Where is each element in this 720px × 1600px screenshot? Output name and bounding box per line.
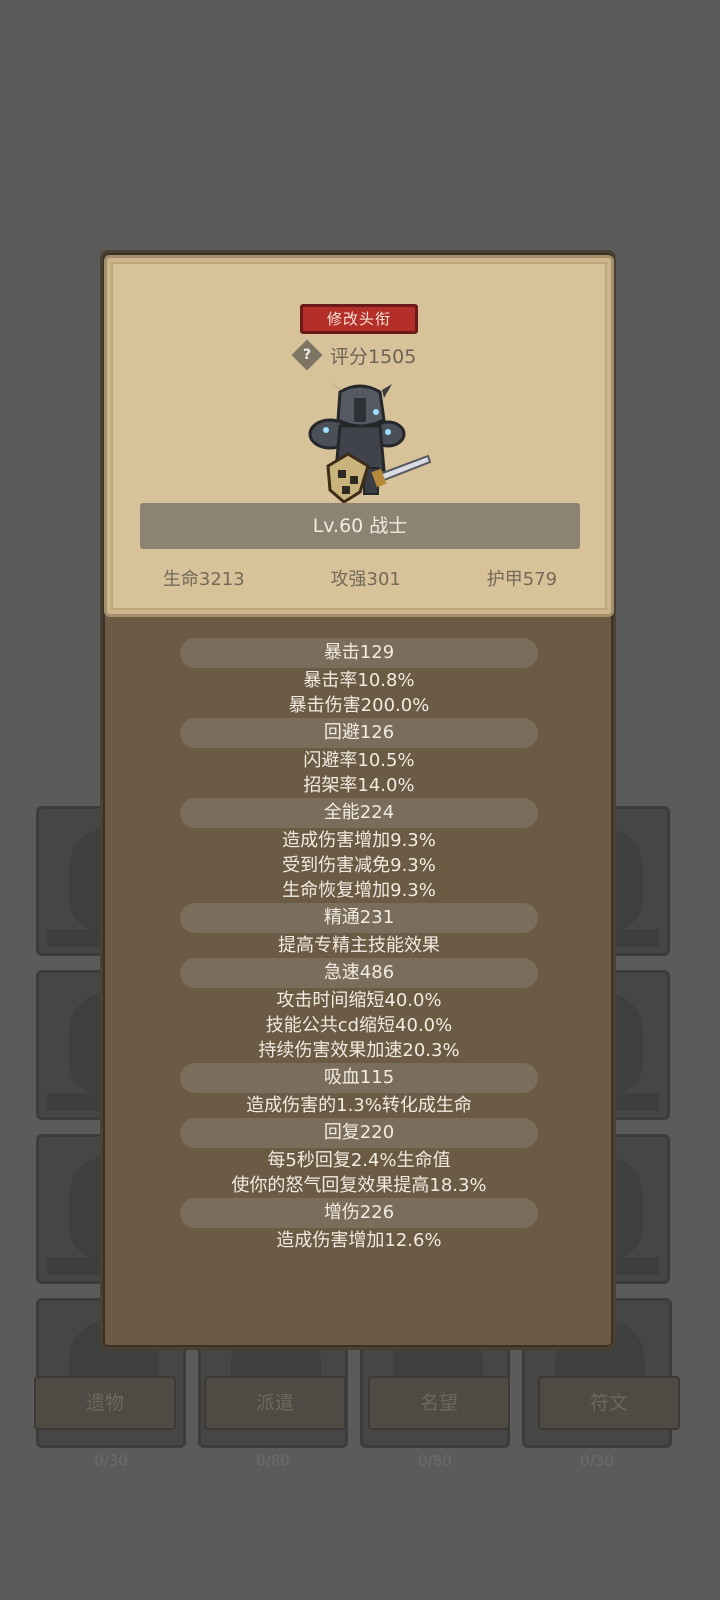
- attr-lifesteal-header: 吸血115: [180, 1063, 538, 1093]
- attr-regen-header: 回复220: [180, 1118, 538, 1148]
- attr-line: 受到伤害减免9.3%: [282, 855, 436, 876]
- base-stats: 生命3213 攻强301 护甲579: [120, 565, 600, 595]
- bg-count: 0/30: [580, 1452, 614, 1470]
- attribute-list: 暴击129 暴击率10.8% 暴击伤害200.0% 回避126 闪避率10.5%…: [104, 638, 614, 1253]
- bg-tab-rune: 符文: [538, 1376, 680, 1430]
- attr-line: 造成伤害增加12.6%: [276, 1230, 442, 1251]
- attr-line: 攻击时间缩短40.0%: [276, 990, 442, 1011]
- attr-mastery-header: 精通231: [180, 903, 538, 933]
- bg-tab-relic: 遗物: [34, 1376, 176, 1430]
- attr-line: 造成伤害增加9.3%: [282, 830, 436, 851]
- attr-line: 招架率14.0%: [303, 775, 415, 796]
- attr-versatility-header: 全能224: [180, 798, 538, 828]
- stat-armor: 护甲579: [486, 569, 558, 590]
- warrior-character-sprite: [308, 382, 432, 504]
- attr-line: 技能公共cd缩短40.0%: [265, 1015, 453, 1036]
- attr-line: 造成伤害的1.3%转化成生命: [246, 1095, 472, 1116]
- stat-attack-power: 攻强301: [330, 569, 401, 590]
- bg-tab-fame: 名望: [368, 1376, 510, 1430]
- attr-line: 持续伤害效果加速20.3%: [258, 1040, 460, 1061]
- attr-avoidance-header: 回避126: [180, 718, 538, 748]
- bg-count: 0/30: [94, 1452, 128, 1470]
- attr-line: 暴击伤害200.0%: [288, 695, 430, 716]
- bg-count: 0/80: [418, 1452, 452, 1470]
- attr-line: 使你的怒气回复效果提高18.3%: [231, 1175, 487, 1196]
- attr-line: 生命恢复增加9.3%: [282, 880, 436, 901]
- character-name-level: Lv.60 战士: [140, 503, 580, 549]
- attr-haste-header: 急速486: [180, 958, 538, 988]
- stat-health: 生命3213: [162, 569, 245, 590]
- attr-line: 暴击率10.8%: [303, 670, 415, 691]
- score-row: ? 评分1505: [291, 339, 417, 371]
- attr-line: 闪避率10.5%: [303, 750, 415, 771]
- bg-count: 0/80: [256, 1452, 290, 1470]
- change-title-button[interactable]: 修改头衔: [300, 304, 418, 334]
- help-icon[interactable]: ?: [291, 339, 323, 371]
- attr-line: 提高专精主技能效果: [278, 935, 440, 956]
- bg-tab-dispatch: 派遣: [204, 1376, 346, 1430]
- attr-line: 每5秒回复2.4%生命值: [267, 1150, 451, 1171]
- attr-crit-header: 暴击129: [180, 638, 538, 668]
- score-value: 评分1505: [330, 345, 417, 368]
- attr-damage-bonus-header: 增伤226: [180, 1198, 538, 1228]
